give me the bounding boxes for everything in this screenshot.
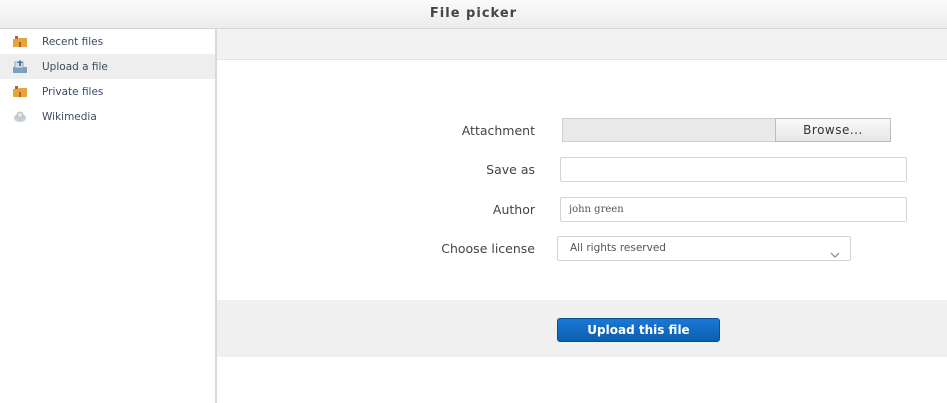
attachment-label: Attachment (461, 123, 535, 138)
license-selected-value: All rights reserved (570, 242, 666, 254)
sidebar-item-private-files[interactable]: Private files (0, 79, 215, 104)
author-row: Author (217, 197, 947, 223)
sidebar-item-label: Recent files (42, 35, 104, 48)
sidebar-item-label: Private files (42, 85, 104, 98)
license-select[interactable]: All rights reserved (557, 236, 851, 261)
author-input[interactable] (560, 197, 907, 222)
sidebar-item-wikimedia[interactable]: Wikimedia (0, 104, 215, 129)
folder-icon (12, 34, 28, 50)
browse-button[interactable]: Browse... (775, 118, 891, 142)
save-as-input[interactable] (560, 157, 907, 182)
picker-toolbar (217, 29, 947, 60)
license-label: Choose license (441, 241, 535, 256)
sidebar-item-recent-files[interactable]: Recent files (0, 29, 215, 54)
chevron-down-icon (830, 245, 840, 258)
sidebar-item-upload-a-file[interactable]: Upload a file (0, 54, 215, 79)
save-as-label: Save as (486, 162, 535, 177)
save-as-row: Save as (217, 157, 947, 183)
attachment-filename-field: Browse... (562, 118, 891, 142)
upload-this-file-button[interactable]: Upload this file (557, 318, 720, 342)
wikimedia-icon (12, 109, 28, 125)
window-title: File picker (0, 0, 947, 29)
upload-icon (12, 59, 28, 75)
author-label: Author (492, 202, 535, 217)
repository-sidebar: Recent files Upload a file Private files… (0, 29, 217, 403)
sidebar-item-label: Wikimedia (42, 110, 97, 123)
folder-icon (12, 84, 28, 100)
attachment-row: Attachment Browse... (217, 118, 947, 144)
license-row: Choose license All rights reserved (217, 236, 947, 262)
form-footer: Upload this file (217, 300, 947, 357)
sidebar-item-label: Upload a file (42, 60, 108, 73)
